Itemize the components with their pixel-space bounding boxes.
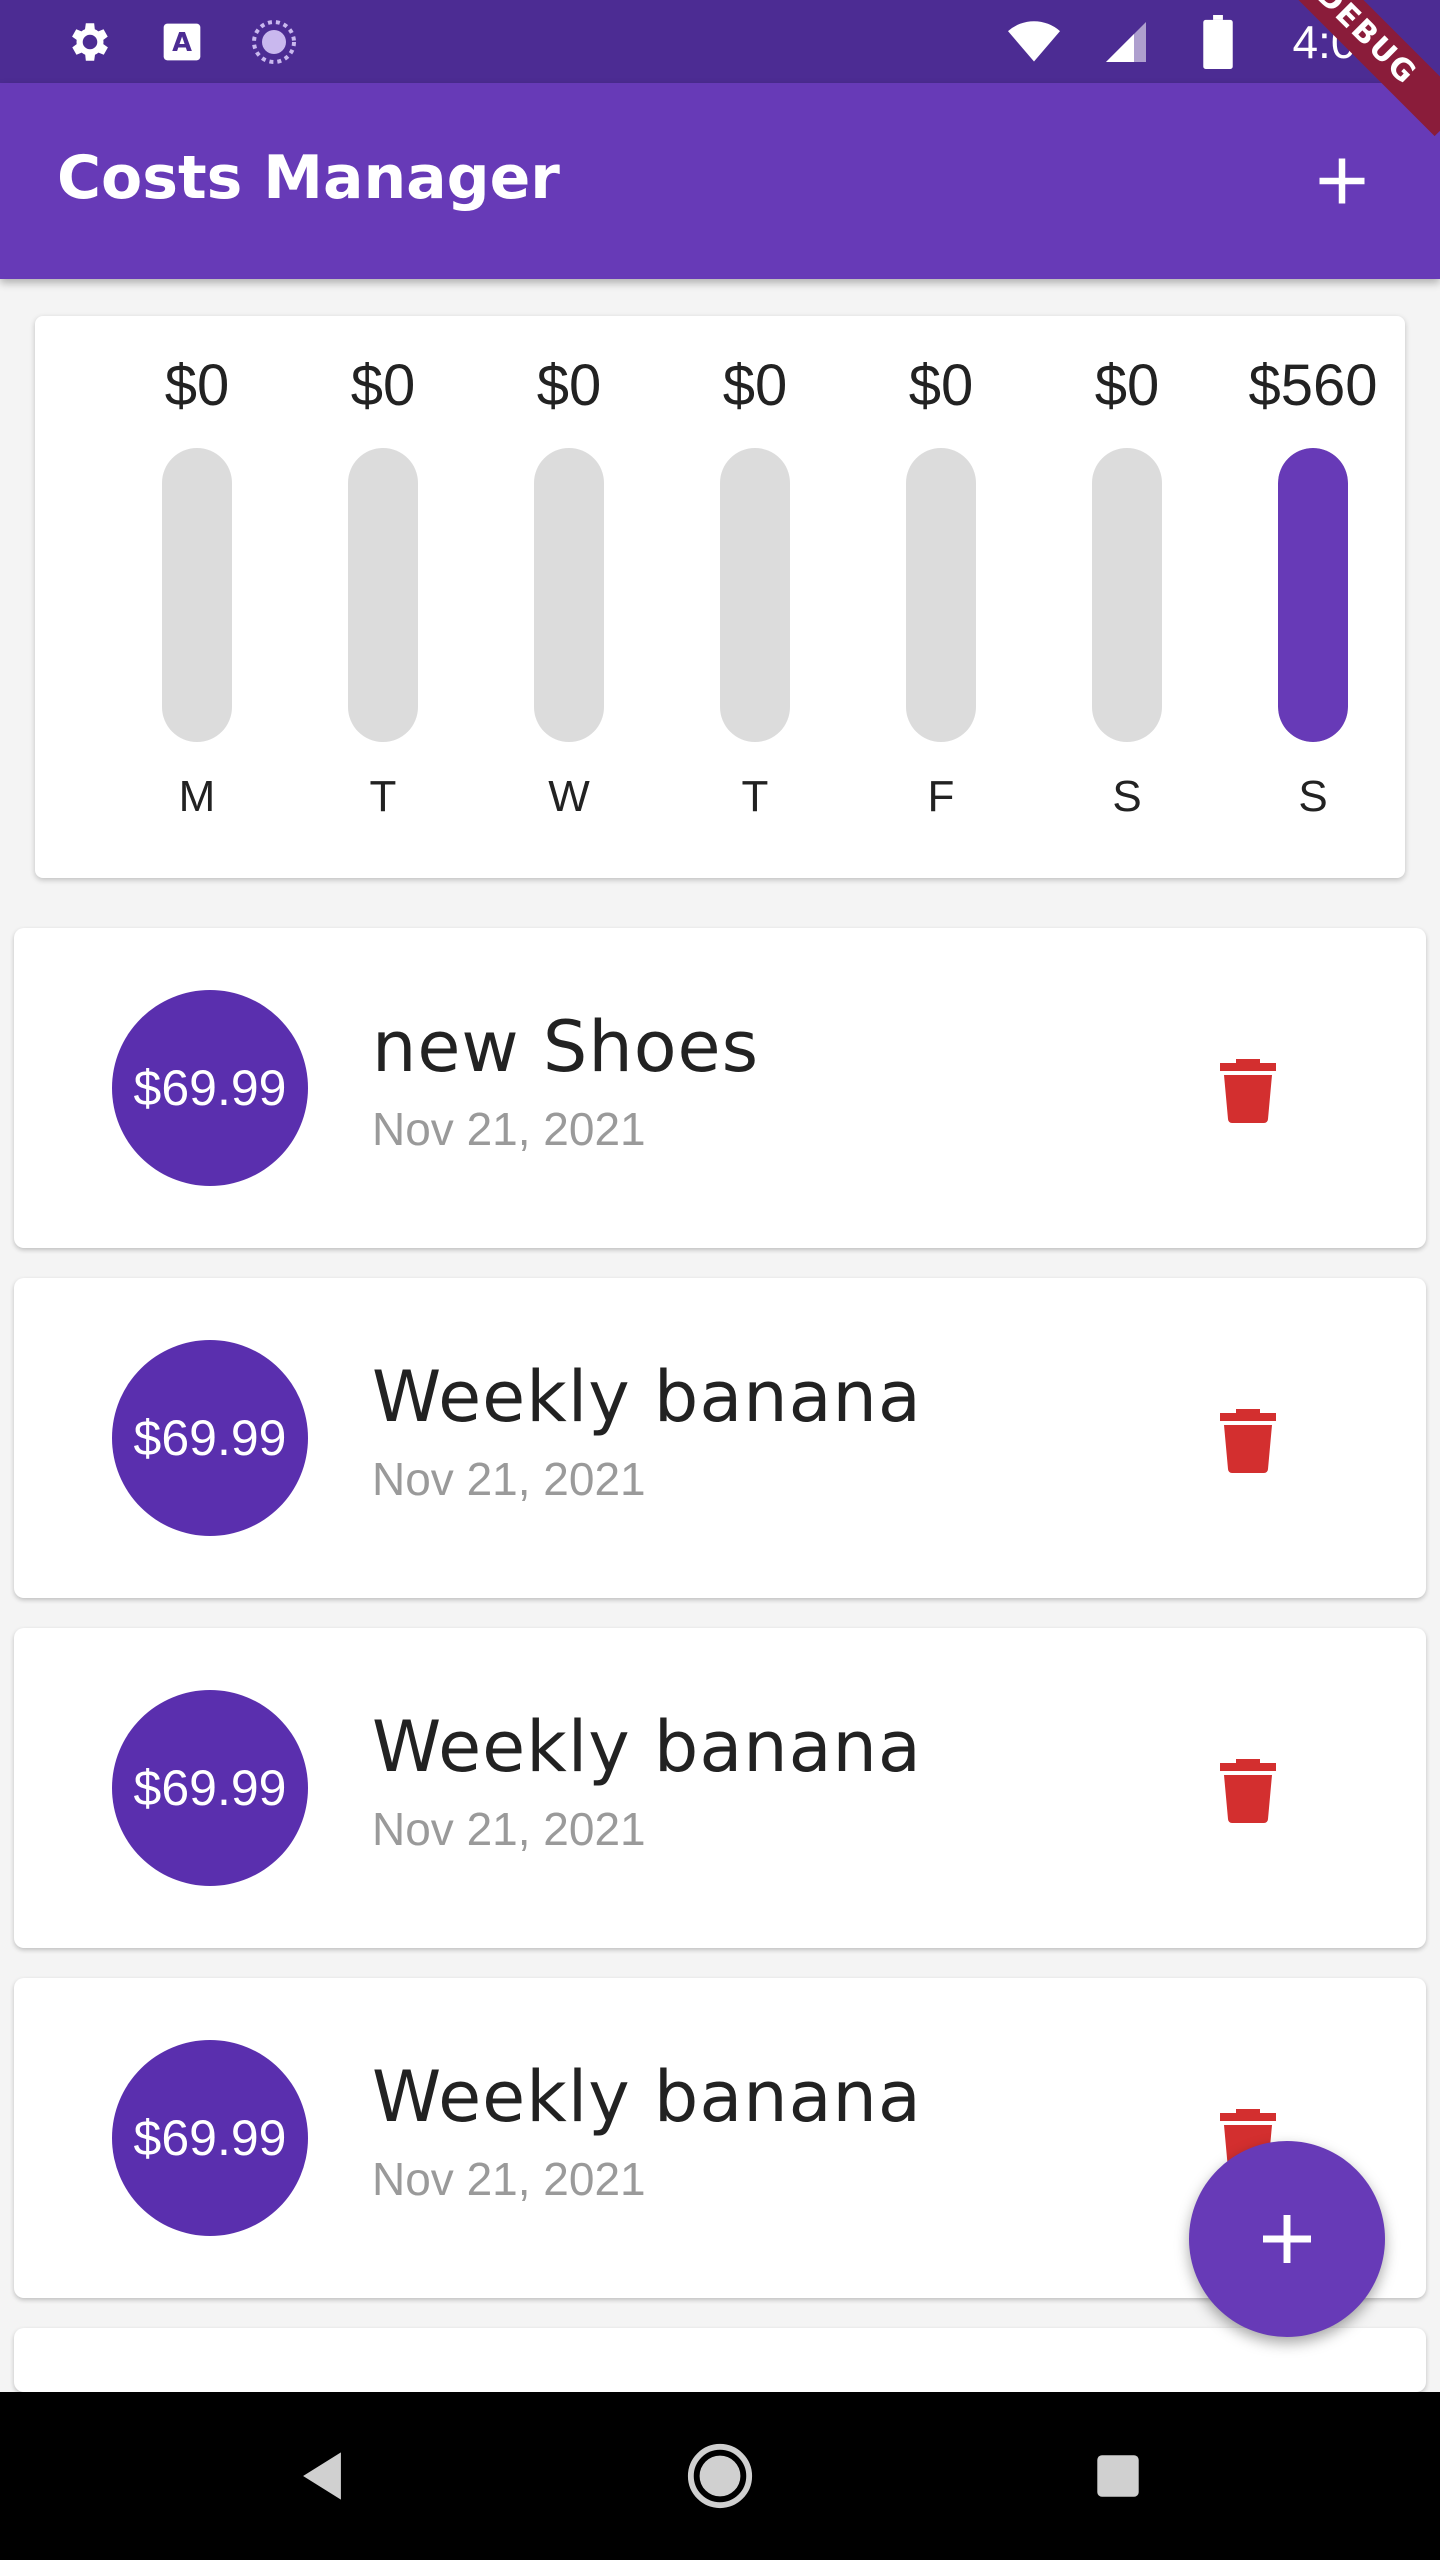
home-icon xyxy=(687,2443,753,2509)
trash-icon xyxy=(1220,1409,1276,1473)
battery-icon xyxy=(1192,14,1244,69)
wifi-icon xyxy=(1008,16,1061,68)
expense-date: Nov 21, 2021 xyxy=(372,1453,646,1505)
expense-item[interactable]: $69.99 Weekly banana Nov 21, 2021 xyxy=(14,1628,1426,1948)
chart-day-column: $0 F xyxy=(848,316,1034,878)
delete-button[interactable] xyxy=(1200,1043,1296,1139)
chart-day-column: $0 T xyxy=(662,316,848,878)
expense-title: Weekly banana xyxy=(372,1356,922,1438)
chart-day-column: $0 W xyxy=(476,316,662,878)
amount-avatar: $69.99 xyxy=(112,2040,308,2236)
chart-day-column: $560 S xyxy=(1220,316,1406,878)
add-expense-fab[interactable] xyxy=(1189,2141,1385,2337)
settings-icon xyxy=(64,16,116,68)
day-bar-track xyxy=(906,448,976,742)
day-bar-track xyxy=(162,448,232,742)
day-amount-label: $0 xyxy=(908,353,974,418)
day-label: W xyxy=(548,772,590,821)
back-button[interactable] xyxy=(272,2426,372,2526)
expense-title: Weekly banana xyxy=(372,2056,922,2138)
loading-circle-icon xyxy=(248,16,300,68)
day-label: F xyxy=(927,772,955,821)
expense-date: Nov 21, 2021 xyxy=(372,1103,646,1155)
day-bar-track xyxy=(720,448,790,742)
day-amount-label: $0 xyxy=(536,353,602,418)
day-bar-track xyxy=(1092,448,1162,742)
day-label: T xyxy=(369,772,397,821)
day-amount-label: $0 xyxy=(164,353,230,418)
expense-title: new Shoes xyxy=(372,1006,760,1088)
day-amount-label: $0 xyxy=(722,353,788,418)
recents-button[interactable] xyxy=(1068,2426,1168,2526)
day-label: S xyxy=(1298,772,1328,821)
trash-icon xyxy=(1220,1059,1276,1123)
status-bar: A 4:04 xyxy=(0,0,1440,83)
day-bar-fill xyxy=(1278,448,1348,742)
debug-banner-wrapper: DEBUG xyxy=(1240,0,1440,200)
home-button[interactable] xyxy=(670,2426,770,2526)
amount-avatar: $69.99 xyxy=(112,1690,308,1886)
amount-avatar: $69.99 xyxy=(112,990,308,1186)
expense-date: Nov 21, 2021 xyxy=(372,2153,646,2205)
chart-day-column: $0 T xyxy=(290,316,476,878)
weekly-chart: $0 M $0 T $0 W $0 T $0 F $0 S $560 S xyxy=(35,316,1405,878)
expense-item-partial[interactable] xyxy=(14,2328,1426,2392)
nav-bar xyxy=(0,2392,1440,2560)
plus-icon xyxy=(1263,2215,1311,2263)
keyboard-a-icon: A xyxy=(156,16,208,68)
expense-item[interactable]: $69.99 Weekly banana Nov 21, 2021 xyxy=(14,1278,1426,1598)
svg-text:A: A xyxy=(172,28,192,58)
back-icon xyxy=(303,2452,341,2500)
expense-item[interactable]: $69.99 new Shoes Nov 21, 2021 xyxy=(14,928,1426,1248)
day-label: M xyxy=(178,772,216,821)
app-bar: Costs Manager xyxy=(0,83,1440,279)
expense-date: Nov 21, 2021 xyxy=(372,1803,646,1855)
day-amount-label: $0 xyxy=(1094,353,1160,418)
chart-day-column: $0 M xyxy=(104,316,290,878)
trash-icon xyxy=(1220,1759,1276,1823)
delete-button[interactable] xyxy=(1200,1743,1296,1839)
debug-banner: DEBUG xyxy=(1264,0,1440,137)
chart-day-column: $0 S xyxy=(1034,316,1220,878)
day-label: T xyxy=(741,772,769,821)
page-title: Costs Manager xyxy=(57,143,560,213)
expense-title: Weekly banana xyxy=(372,1706,922,1788)
recents-icon xyxy=(1097,2455,1139,2497)
signal-icon xyxy=(1100,16,1152,68)
day-amount-label: $560 xyxy=(1248,353,1378,418)
day-bar-track xyxy=(348,448,418,742)
day-bar-track xyxy=(1278,448,1348,742)
delete-button[interactable] xyxy=(1200,1393,1296,1489)
day-label: S xyxy=(1112,772,1142,821)
day-amount-label: $0 xyxy=(350,353,416,418)
amount-avatar: $69.99 xyxy=(112,1340,308,1536)
day-bar-track xyxy=(534,448,604,742)
